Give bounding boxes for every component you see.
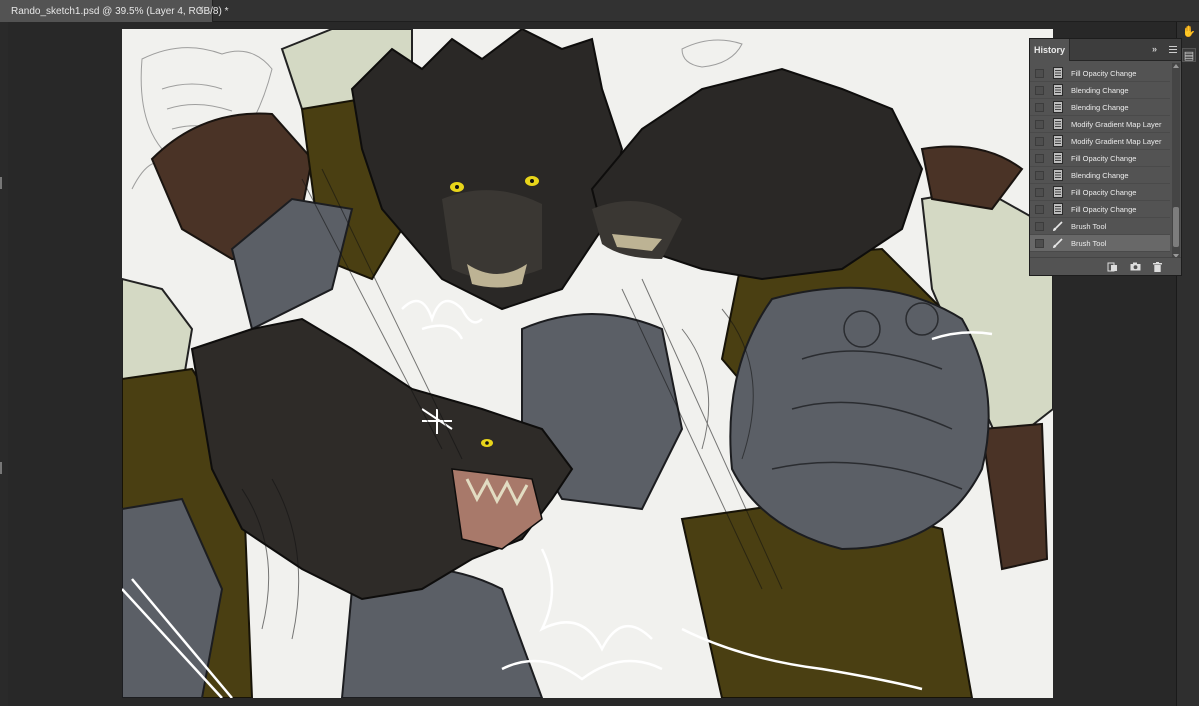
document-tab[interactable]: Rando_sketch1.psd @ 39.5% (Layer 4, RGB/… [0,0,229,22]
artwork [122,29,1053,698]
snapshot-camera-icon[interactable] [1129,261,1141,272]
history-panel-icon[interactable]: ▤ [1182,48,1196,62]
history-source-checkbox[interactable] [1035,153,1044,163]
document-state-icon [1052,203,1063,215]
document-tab-bar: Rando_sketch1.psd @ 39.5% (Layer 4, RGB/… [0,0,1199,22]
history-state-item[interactable]: Brush Tool [1030,218,1170,235]
scroll-thumb[interactable] [1173,207,1179,247]
brush-icon [1052,220,1063,232]
left-edge [0,22,8,706]
document-state-icon [1052,101,1063,113]
wolf-head-top [350,29,624,311]
history-source-checkbox[interactable] [1035,204,1044,214]
document-state-icon [1052,169,1063,181]
history-state-item[interactable]: Modify Gradient Map Layer [1030,133,1170,150]
close-icon[interactable]: × [198,4,204,15]
collapse-panel-icon[interactable]: » [1152,44,1157,54]
panel-menu-icon[interactable] [1169,46,1177,53]
document-tab-title: Rando_sketch1.psd @ 39.5% (Layer 4, RGB/… [11,5,229,17]
history-state-label: Brush Tool [1071,238,1107,248]
history-state-label: Blending Change [1071,170,1129,180]
history-state-label: Fill Opacity Change [1071,204,1137,214]
history-state-item[interactable]: Fill Opacity Change [1030,150,1170,167]
history-panel-header: History » [1030,39,1181,61]
history-state-label: Modify Gradient Map Layer [1071,136,1162,146]
document-state-icon [1052,67,1063,79]
history-state-item[interactable]: Brush Tool [1030,235,1170,252]
edge-marker [0,177,2,189]
history-panel: History » Fill Opacity Change Blending Ch… [1029,38,1182,276]
history-scrollbar[interactable] [1172,63,1180,261]
history-state-label: Blending Change [1071,102,1129,112]
history-state-item[interactable]: Fill Opacity Change [1030,65,1170,82]
document-state-icon [1052,135,1063,147]
history-state-label: Blending Change [1071,85,1129,95]
history-state-label: Fill Opacity Change [1071,153,1137,163]
document-canvas[interactable] [122,29,1053,698]
wolf-head-bottom [190,317,574,601]
history-state-item[interactable]: Fill Opacity Change [1030,184,1170,201]
history-state-item[interactable]: Blending Change [1030,99,1170,116]
document-state-icon [1052,84,1063,96]
history-state-label: Modify Gradient Map Layer [1071,119,1162,129]
hand-tool-icon[interactable]: ✋ [1182,24,1196,38]
history-source-checkbox[interactable] [1035,119,1044,129]
history-state-label: Fill Opacity Change [1071,187,1137,197]
document-state-icon [1052,186,1063,198]
history-source-checkbox[interactable] [1035,136,1044,146]
tab-history[interactable]: History [1030,39,1070,61]
brush-icon [1052,237,1063,249]
history-source-checkbox[interactable] [1035,68,1044,78]
photoshop-window: Rando_sketch1.psd @ 39.5% (Layer 4, RGB/… [0,0,1199,706]
scroll-up-icon[interactable] [1173,64,1179,68]
history-list: Fill Opacity Change Blending Change Blendi… [1030,65,1170,265]
history-state-item[interactable]: Blending Change [1030,167,1170,184]
history-source-checkbox[interactable] [1035,85,1044,95]
edge-marker [0,462,2,474]
history-state-label: Brush Tool [1071,221,1107,231]
wolf-head-right [590,67,924,281]
history-source-checkbox[interactable] [1035,187,1044,197]
document-state-icon [1052,118,1063,130]
new-document-from-state-icon[interactable] [1106,261,1118,272]
history-state-label: Fill Opacity Change [1071,68,1137,78]
history-panel-footer [1030,257,1181,275]
history-state-item[interactable]: Fill Opacity Change [1030,201,1170,218]
trash-icon[interactable] [1151,261,1163,272]
history-source-checkbox[interactable] [1035,221,1044,231]
history-state-item[interactable]: Modify Gradient Map Layer [1030,116,1170,133]
history-source-checkbox[interactable] [1035,102,1044,112]
document-state-icon [1052,152,1063,164]
history-source-checkbox[interactable] [1035,238,1044,248]
history-state-item[interactable]: Blending Change [1030,82,1170,99]
history-source-checkbox[interactable] [1035,170,1044,180]
